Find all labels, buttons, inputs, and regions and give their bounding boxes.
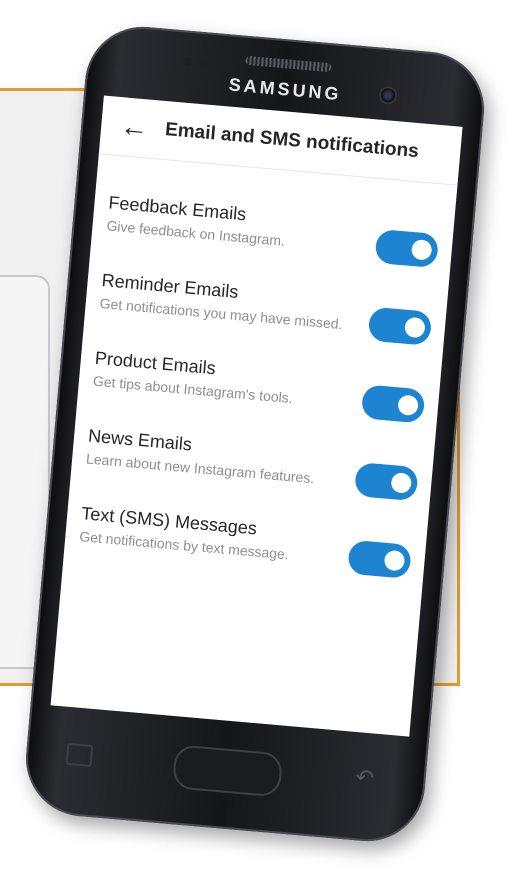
phone-screen: ← Email and SMS notifications Feedback E… xyxy=(50,95,463,737)
news-emails-toggle[interactable] xyxy=(353,461,419,502)
back-key-icon[interactable]: ↶ xyxy=(354,764,375,792)
sms-messages-toggle[interactable] xyxy=(347,539,412,579)
settings-list: Feedback Emails Give feedback on Instagr… xyxy=(63,154,457,592)
toggle-knob xyxy=(390,472,413,494)
page-title: Email and SMS notifications xyxy=(164,119,420,163)
home-button[interactable] xyxy=(171,744,284,798)
back-arrow-icon[interactable]: ← xyxy=(108,110,160,143)
toggle-knob xyxy=(383,549,406,572)
toggle-knob xyxy=(397,394,419,417)
toggle-knob xyxy=(404,316,426,339)
product-emails-toggle[interactable] xyxy=(360,384,426,424)
reminder-emails-toggle[interactable] xyxy=(367,306,433,346)
recent-apps-key-icon[interactable] xyxy=(65,742,94,768)
front-sensor xyxy=(198,57,209,68)
feedback-emails-toggle[interactable] xyxy=(374,228,440,269)
toggle-knob xyxy=(410,238,433,261)
phone-device: SAMSUNG ← Email and SMS notifications Fe… xyxy=(21,22,489,846)
earpiece-speaker xyxy=(245,55,332,73)
front-sensor xyxy=(182,56,193,67)
